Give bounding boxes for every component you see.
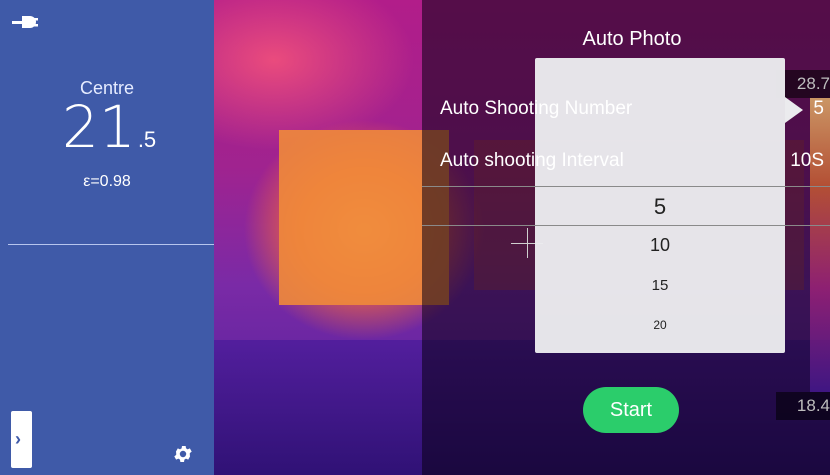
picker-pointer: [785, 97, 803, 123]
picker-option[interactable]: 10: [535, 235, 785, 256]
picker-option[interactable]: 15: [535, 277, 785, 294]
power-plug-icon: [12, 16, 38, 28]
picker-option[interactable]: 20: [535, 318, 785, 332]
scale-min-label: 18.4: [776, 392, 830, 420]
chevron-right-icon: ›: [15, 429, 21, 449]
temperature-integer: 21: [62, 93, 136, 161]
picker-selection-top-line: [422, 186, 830, 187]
dialog-title: Auto Photo: [582, 28, 682, 50]
auto-shooting-number-label[interactable]: Auto Shooting Number: [440, 98, 632, 120]
auto-shooting-interval-value[interactable]: 10S: [790, 150, 824, 172]
expand-panel-button[interactable]: ›: [11, 411, 32, 468]
crosshair-vertical: [527, 228, 528, 258]
picker-selection-bottom-line: [422, 225, 830, 226]
temperature-color-scale: [810, 98, 830, 392]
start-button[interactable]: Start: [583, 387, 679, 433]
emissivity-label: ε=0.98: [83, 173, 131, 190]
auto-shooting-interval-label[interactable]: Auto shooting Interval: [440, 150, 624, 172]
picker-option[interactable]: 5: [535, 194, 785, 220]
left-panel: Centre 21.5 ε=0.98 ›: [0, 0, 214, 475]
auto-shooting-number-value[interactable]: 5: [813, 98, 824, 120]
temperature-decimal: .5: [137, 127, 157, 152]
temperature-readout: 21.5: [62, 96, 156, 158]
divider: [8, 244, 214, 245]
gear-icon[interactable]: [172, 443, 194, 465]
